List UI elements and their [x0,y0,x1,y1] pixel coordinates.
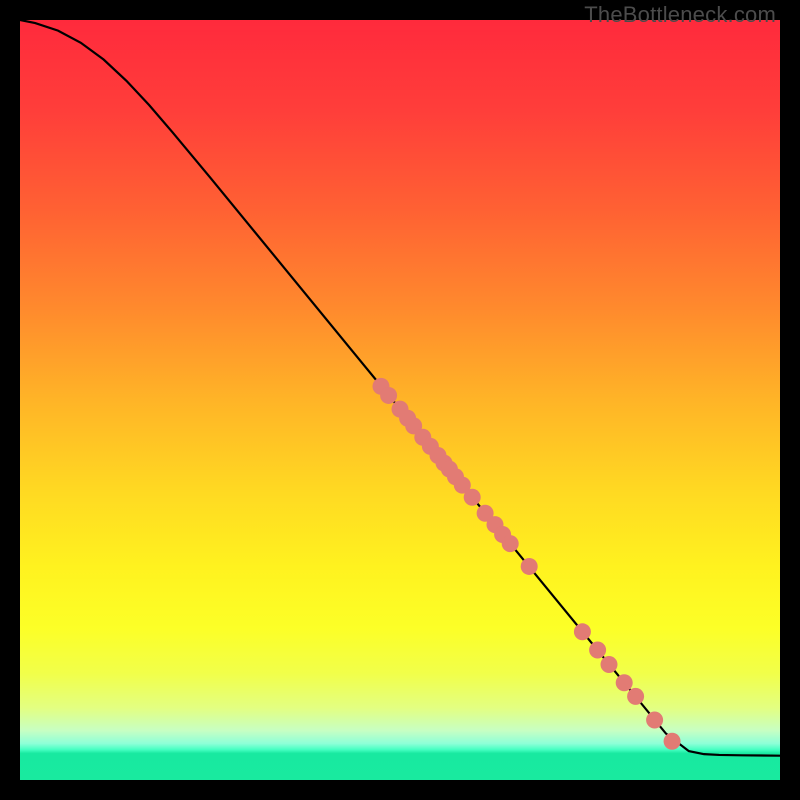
chart-svg [20,20,780,780]
watermark-text: TheBottleneck.com [584,2,776,28]
data-point [521,558,538,575]
data-point [574,623,591,640]
curve-line [20,20,780,756]
data-point [601,656,618,673]
data-point [502,535,519,552]
data-point [664,733,681,750]
data-points [373,378,681,750]
data-point [627,688,644,705]
data-point [616,674,633,691]
data-point [646,711,663,728]
data-point [464,489,481,506]
data-point [589,642,606,659]
chart-frame: TheBottleneck.com [0,0,800,800]
data-point [380,387,397,404]
plot-area [20,20,780,780]
